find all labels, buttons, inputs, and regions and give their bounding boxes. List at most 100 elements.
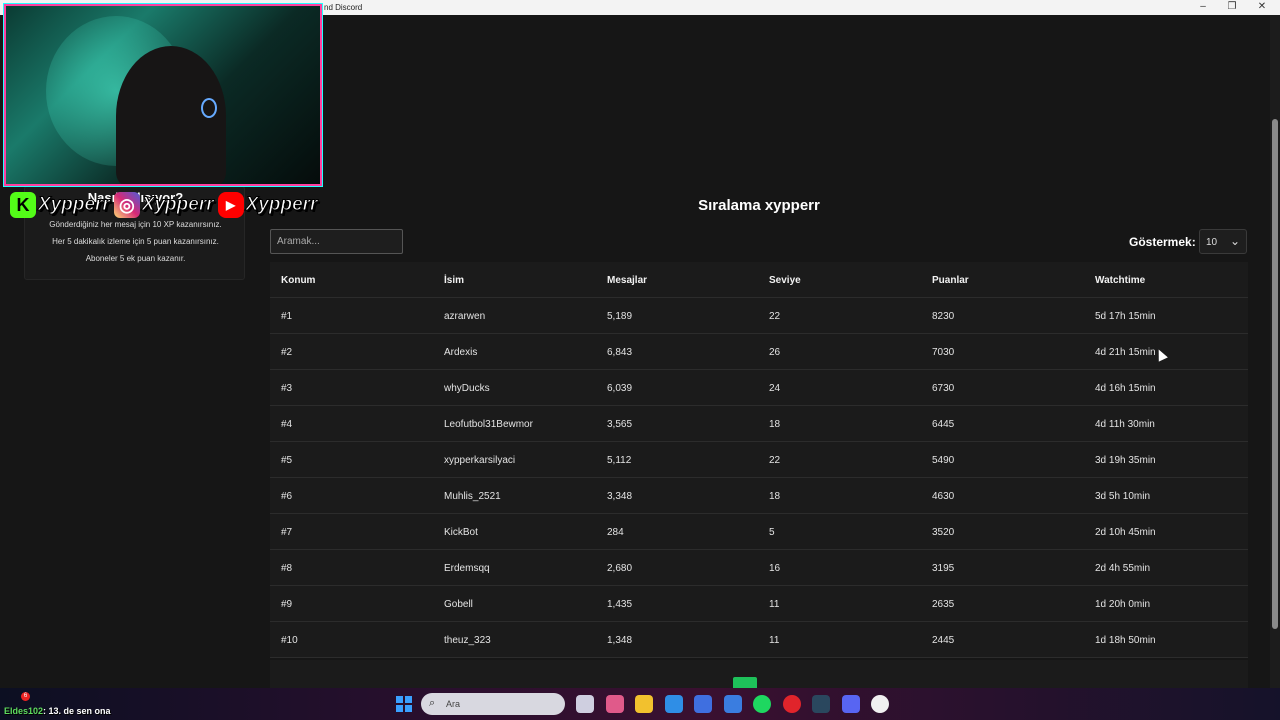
row-watchtime: 4d 16h 15min <box>1095 383 1156 394</box>
column-header-messages[interactable]: Mesajlar <box>607 275 647 286</box>
show-count-select[interactable]: 10 ⌄ <box>1199 229 1247 254</box>
row-messages: 1,348 <box>607 635 633 646</box>
table-row: #10 theuz_323 1,348 11 2445 1d 18h 50min <box>270 622 1248 658</box>
row-name: Leofutbol31Bewmor <box>444 419 533 430</box>
row-messages: 6,843 <box>607 347 633 358</box>
table-row: #8 Erdemsqq 2,680 16 3195 2d 4h 55min <box>270 550 1248 586</box>
windows-taskbar: ⌕ Ara <box>0 688 1280 720</box>
file-explorer-icon[interactable] <box>635 695 653 713</box>
row-position: #2 <box>281 347 293 358</box>
discord-icon[interactable] <box>841 695 860 713</box>
headphone-icon <box>201 98 217 118</box>
row-messages: 284 <box>607 527 624 538</box>
row-position: #10 <box>281 635 298 646</box>
pagination <box>270 660 1248 688</box>
row-points: 6730 <box>932 383 955 394</box>
leaderboard-table: Konum İsim Mesajlar Seviye Puanlar Watch… <box>270 262 1248 658</box>
widgets-icon[interactable] <box>605 695 624 713</box>
maximize-button[interactable]: ❐ <box>1222 1 1242 12</box>
task-view-icon[interactable] <box>576 695 594 713</box>
row-position: #1 <box>281 311 293 322</box>
row-points: 4630 <box>932 491 955 502</box>
row-name: KickBot <box>444 527 478 538</box>
column-header-name[interactable]: İsim <box>444 275 464 286</box>
row-watchtime: 3d 19h 35min <box>1095 455 1156 466</box>
row-messages: 6,039 <box>607 383 633 394</box>
row-level: 24 <box>769 383 781 394</box>
row-messages: 3,348 <box>607 491 633 502</box>
row-points: 8230 <box>932 311 955 322</box>
store-icon[interactable] <box>694 695 712 713</box>
spotify-icon[interactable] <box>753 695 771 713</box>
row-points: 3195 <box>932 563 955 574</box>
page-button-active[interactable] <box>733 677 757 688</box>
row-points: 2445 <box>932 635 955 646</box>
info-line: Aboneler 5 ek puan kazanır. <box>85 254 186 263</box>
row-messages: 2,680 <box>607 563 633 574</box>
youtube-icon: ▶ <box>217 192 244 218</box>
chat-username: Eldes102 <box>4 706 44 716</box>
row-watchtime: 1d 20h 0min <box>1095 599 1151 610</box>
chat-overlay-message: Eldes102: 13. de sen ona <box>4 706 111 716</box>
row-level: 22 <box>769 455 781 466</box>
row-watchtime: 4d 11h 30min <box>1095 419 1155 430</box>
row-position: #7 <box>281 527 293 538</box>
row-level: 16 <box>769 563 781 574</box>
page-scrollbar[interactable] <box>1270 15 1280 688</box>
row-name: theuz_323 <box>444 635 491 646</box>
webcam-overlay <box>4 4 322 186</box>
row-points: 6445 <box>932 419 955 430</box>
column-header-watchtime[interactable]: Watchtime <box>1095 275 1145 286</box>
table-row: #9 Gobell 1,435 11 2635 1d 20h 0min <box>270 586 1248 622</box>
row-watchtime: 1d 18h 50min <box>1095 635 1156 646</box>
row-points: 7030 <box>932 347 955 358</box>
instagram-icon: ◎ <box>113 192 140 218</box>
row-messages: 5,189 <box>607 311 633 322</box>
close-button[interactable]: ✕ <box>1252 1 1272 12</box>
column-header-points[interactable]: Puanlar <box>932 275 969 286</box>
obs-icon[interactable] <box>871 695 889 713</box>
row-name: xypperkarsilyaci <box>444 455 516 466</box>
table-row: #6 Muhlis_2521 3,348 18 4630 3d 5h 10min <box>270 478 1248 514</box>
row-level: 22 <box>769 311 781 322</box>
row-level: 5 <box>769 527 775 538</box>
column-header-position[interactable]: Konum <box>281 275 315 286</box>
row-name: Muhlis_2521 <box>444 491 501 502</box>
instagram-handle: ◎ Xypperr <box>113 192 214 218</box>
page-title: Sıralama xypperr <box>698 197 820 214</box>
edge-icon[interactable] <box>664 695 683 713</box>
row-watchtime: 3d 5h 10min <box>1095 491 1151 502</box>
kick-handle: K Xypperr <box>10 192 110 218</box>
row-name: azrarwen <box>444 311 486 322</box>
info-line: Her 5 dakikalık izleme için 5 puan kazan… <box>52 237 219 246</box>
row-messages: 1,435 <box>607 599 633 610</box>
row-level: 26 <box>769 347 781 358</box>
table-row: #5 xypperkarsilyaci 5,112 22 5490 3d 19h 35mi… <box>270 442 1248 478</box>
row-position: #6 <box>281 491 293 502</box>
column-header-level[interactable]: Seviye <box>769 275 801 286</box>
row-position: #3 <box>281 383 293 394</box>
table-row: #7 KickBot 284 5 3520 2d 10h 45min <box>270 514 1248 550</box>
chevron-down-icon: ⌄ <box>1230 234 1241 248</box>
start-button[interactable] <box>396 696 412 712</box>
row-name: Erdemsqq <box>444 563 490 574</box>
taskbar-search[interactable]: ⌕ Ara <box>421 693 565 715</box>
opera-icon[interactable] <box>782 695 801 713</box>
minimize-button[interactable]: – <box>1193 1 1213 12</box>
steam-icon[interactable] <box>812 695 830 713</box>
table-row: #4 Leofutbol31Bewmor 3,565 18 6445 4d 11h 30m… <box>270 406 1248 442</box>
row-watchtime: 4d 21h 15min <box>1095 347 1156 358</box>
show-count-value: 10 <box>1206 237 1218 248</box>
search-input[interactable] <box>270 229 403 254</box>
kick-handle-name: Xypperr <box>38 194 111 216</box>
scrollbar-thumb[interactable] <box>1272 119 1278 629</box>
mail-icon[interactable] <box>723 695 742 713</box>
search-icon: ⌕ <box>429 697 436 709</box>
row-watchtime: 5d 17h 15min <box>1095 311 1156 322</box>
row-level: 11 <box>769 599 780 610</box>
table-row: #3 whyDucks 6,039 24 6730 4d 16h 15min <box>270 370 1248 406</box>
table-row: #1 azrarwen 5,189 22 8230 5d 17h 15min <box>270 298 1248 334</box>
row-watchtime: 2d 10h 45min <box>1095 527 1156 538</box>
row-level: 18 <box>769 419 781 430</box>
chat-notification-badge: 6 <box>21 692 30 701</box>
